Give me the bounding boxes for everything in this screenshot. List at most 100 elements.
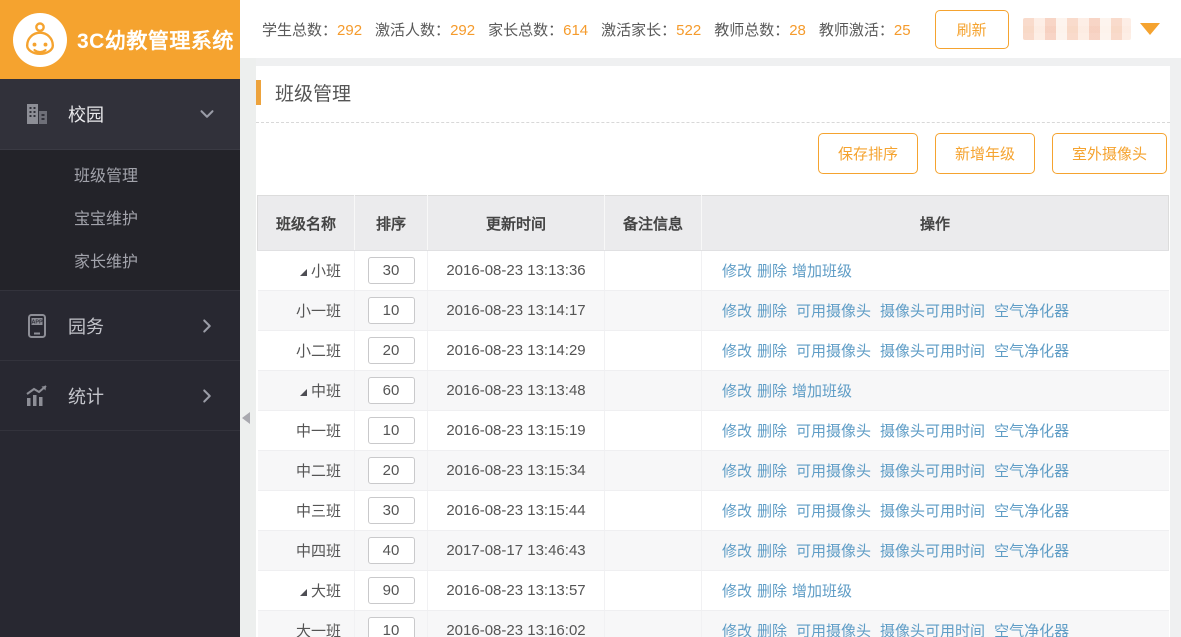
edit-link[interactable]: 修改: [722, 543, 752, 560]
sort-order-input[interactable]: [367, 257, 415, 284]
edit-link[interactable]: 修改: [722, 583, 752, 600]
sidebar-collapse-icon[interactable]: [242, 412, 250, 424]
air-purifier-link[interactable]: 空气净化器: [994, 423, 1069, 440]
edit-link[interactable]: 修改: [722, 383, 752, 400]
delete-link[interactable]: 删除: [757, 583, 787, 600]
header-class-name: 班级名称: [257, 195, 355, 251]
sort-order-input[interactable]: [367, 497, 415, 524]
air-purifier-link[interactable]: 空气净化器: [994, 303, 1069, 320]
header-note: 备注信息: [604, 195, 702, 251]
bar-chart-icon: [22, 381, 52, 411]
header-update-time: 更新时间: [427, 195, 605, 251]
sidebar-item-campus[interactable]: 校园: [0, 79, 240, 149]
sidebar-item-parent-maintenance[interactable]: 家长维护: [0, 241, 240, 284]
available-cameras-link[interactable]: 可用摄像头: [796, 303, 871, 320]
sort-order-input[interactable]: [367, 417, 415, 444]
delete-link[interactable]: 删除: [757, 503, 787, 520]
tree-expanded-icon[interactable]: [299, 389, 307, 396]
air-purifier-link[interactable]: 空气净化器: [994, 343, 1069, 360]
add-class-link[interactable]: 增加班级: [792, 383, 852, 400]
tree-expanded-icon[interactable]: [299, 589, 307, 596]
app-logo: 3C幼教管理系统: [0, 0, 240, 79]
camera-time-link[interactable]: 摄像头可用时间: [880, 503, 985, 520]
outdoor-camera-button[interactable]: 室外摄像头: [1051, 133, 1167, 174]
air-purifier-link[interactable]: 空气净化器: [994, 503, 1069, 520]
delete-link[interactable]: 删除: [757, 263, 787, 280]
save-sort-button[interactable]: 保存排序: [817, 133, 918, 174]
edit-link[interactable]: 修改: [722, 423, 752, 440]
sidebar-gutter: [240, 58, 256, 637]
actions-cell: 修改 删除 可用摄像头 摄像头可用时间 空气净化器: [701, 330, 1169, 371]
update-time-cell: 2016-08-23 13:14:17: [427, 290, 605, 331]
delete-link[interactable]: 删除: [757, 623, 787, 637]
note-cell: [604, 450, 702, 491]
delete-link[interactable]: 删除: [757, 543, 787, 560]
stat-parents-total: 家长总数：614: [488, 21, 589, 39]
camera-time-link[interactable]: 摄像头可用时间: [880, 343, 985, 360]
sort-order-input[interactable]: [367, 617, 415, 637]
sidebar-item-services[interactable]: APP 园务: [0, 290, 240, 360]
available-cameras-link[interactable]: 可用摄像头: [796, 463, 871, 480]
edit-link[interactable]: 修改: [722, 463, 752, 480]
available-cameras-link[interactable]: 可用摄像头: [796, 503, 871, 520]
sort-cell: [354, 570, 428, 611]
camera-time-link[interactable]: 摄像头可用时间: [880, 543, 985, 560]
actions-cell: 修改 删除 增加班级: [701, 570, 1169, 611]
camera-time-link[interactable]: 摄像头可用时间: [880, 623, 985, 637]
sort-order-input[interactable]: [367, 457, 415, 484]
topbar: 学生总数：292 激活人数：292 家长总数：614 激活家长：522 教师总数…: [240, 0, 1181, 58]
available-cameras-link[interactable]: 可用摄像头: [796, 343, 871, 360]
air-purifier-link[interactable]: 空气净化器: [994, 623, 1069, 637]
actions-cell: 修改 删除 可用摄像头 摄像头可用时间 空气净化器: [701, 490, 1169, 531]
edit-link[interactable]: 修改: [722, 503, 752, 520]
table-row: 中二班 2016-08-23 13:15:34 修改删除可用摄像头摄像头可用时间…: [257, 450, 1169, 491]
sidebar-item-label: 统计: [68, 386, 104, 407]
camera-time-link[interactable]: 摄像头可用时间: [880, 303, 985, 320]
air-purifier-link[interactable]: 空气净化器: [994, 543, 1069, 560]
class-name-cell: 大班: [257, 570, 355, 611]
edit-link[interactable]: 修改: [722, 303, 752, 320]
class-name-cell: 中班: [257, 370, 355, 411]
edit-link[interactable]: 修改: [722, 343, 752, 360]
app-phone-icon: APP: [22, 311, 52, 341]
table-row: 中四班 2017-08-17 13:46:43 修改删除可用摄像头摄像头可用时间…: [257, 530, 1169, 571]
delete-link[interactable]: 删除: [757, 423, 787, 440]
sidebar-item-statistics[interactable]: 统计: [0, 360, 240, 430]
user-menu[interactable]: [1023, 0, 1160, 58]
chevron-right-icon: [196, 385, 218, 407]
sort-order-input[interactable]: [367, 537, 415, 564]
sort-cell: [354, 450, 428, 491]
available-cameras-link[interactable]: 可用摄像头: [796, 543, 871, 560]
available-cameras-link[interactable]: 可用摄像头: [796, 623, 871, 637]
sort-order-input[interactable]: [367, 297, 415, 324]
tree-expanded-icon[interactable]: [299, 269, 307, 276]
sidebar-item-baby-maintenance[interactable]: 宝宝维护: [0, 198, 240, 241]
class-table: 班级名称 排序 更新时间 备注信息 操作 小班 2016-08-23 13:13…: [257, 195, 1169, 637]
stat-students-total: 学生总数：292: [262, 21, 363, 39]
edit-link[interactable]: 修改: [722, 623, 752, 637]
sort-order-input[interactable]: [367, 577, 415, 604]
delete-link[interactable]: 删除: [757, 383, 787, 400]
add-grade-button[interactable]: 新增年级: [934, 133, 1035, 174]
refresh-button[interactable]: 刷新: [934, 9, 1009, 49]
edit-link[interactable]: 修改: [722, 263, 752, 280]
table-row: 中班 2016-08-23 13:13:48 修改删除增加班级: [257, 370, 1169, 411]
user-dropdown-caret-icon: [1140, 23, 1160, 35]
delete-link[interactable]: 删除: [757, 463, 787, 480]
sort-cell: [354, 250, 428, 291]
add-class-link[interactable]: 增加班级: [792, 263, 852, 280]
table-row: 小二班 2016-08-23 13:14:29 修改删除可用摄像头摄像头可用时间…: [257, 330, 1169, 371]
air-purifier-link[interactable]: 空气净化器: [994, 463, 1069, 480]
sidebar-item-class-management[interactable]: 班级管理: [0, 155, 240, 198]
class-name-cell: 中一班: [257, 410, 355, 451]
delete-link[interactable]: 删除: [757, 303, 787, 320]
update-time-cell: 2016-08-23 13:16:02: [427, 610, 605, 637]
sort-order-input[interactable]: [367, 337, 415, 364]
sort-order-input[interactable]: [367, 377, 415, 404]
delete-link[interactable]: 删除: [757, 343, 787, 360]
available-cameras-link[interactable]: 可用摄像头: [796, 423, 871, 440]
add-class-link[interactable]: 增加班级: [792, 583, 852, 600]
camera-time-link[interactable]: 摄像头可用时间: [880, 423, 985, 440]
camera-time-link[interactable]: 摄像头可用时间: [880, 463, 985, 480]
table-header-row: 班级名称 排序 更新时间 备注信息 操作: [257, 195, 1169, 251]
